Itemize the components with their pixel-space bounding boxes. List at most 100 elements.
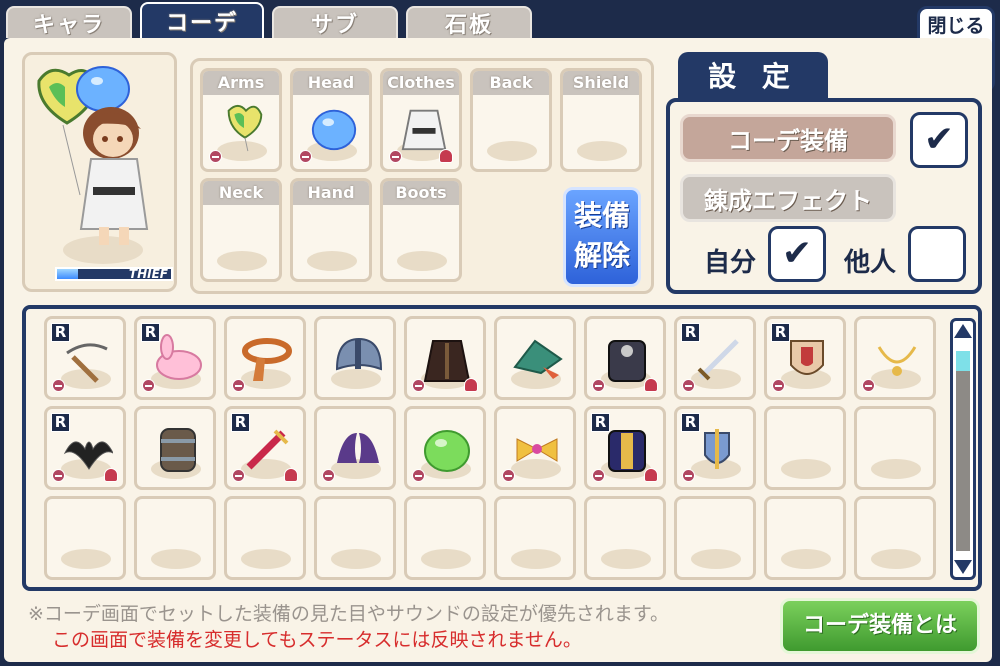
scroll-down-icon[interactable] (954, 560, 972, 574)
remove-icon[interactable] (232, 379, 245, 392)
inventory-slot[interactable] (764, 406, 846, 490)
rare-badge: R (231, 413, 250, 432)
inventory-slot[interactable] (854, 496, 936, 580)
coord-equip-checkbox[interactable]: ✔ (910, 112, 968, 168)
rare-badge: R (681, 323, 700, 342)
lock-icon (284, 468, 298, 482)
character-sprite-icon (37, 66, 149, 264)
remove-icon[interactable] (592, 469, 605, 482)
inventory-slot[interactable] (584, 496, 666, 580)
equip-slot-hand[interactable]: Hand (290, 178, 372, 282)
lock-icon (644, 378, 658, 392)
slot-shadow (217, 251, 267, 271)
rare-badge: R (141, 323, 160, 342)
inventory-slot[interactable] (224, 316, 306, 400)
slot-shadow (331, 549, 381, 569)
help-coord-equip-button[interactable]: コーデ装備とは (780, 598, 980, 654)
others-checkbox[interactable] (908, 226, 966, 282)
slot-shadow (511, 549, 561, 569)
inventory-slot[interactable] (674, 496, 756, 580)
inventory-slot[interactable] (854, 406, 936, 490)
inventory-slot[interactable] (494, 406, 576, 490)
class-gauge-fill (57, 269, 78, 279)
slot-shadow (421, 549, 471, 569)
tab-sub[interactable]: サブ (272, 6, 398, 38)
scroll-thumb[interactable] (956, 351, 970, 371)
balloon-heart-icon (227, 104, 263, 152)
equip-slot-clothes[interactable]: Clothes (380, 68, 462, 172)
remove-icon[interactable] (322, 469, 335, 482)
rare-badge: R (51, 323, 70, 342)
inventory-slot[interactable] (494, 316, 576, 400)
close-label: 閉じる (927, 15, 985, 37)
unequip-button[interactable]: 装備 解除 (563, 187, 641, 287)
warning-note: この画面で装備を変更してもステータスには反映されません。 (52, 629, 582, 651)
inventory-slot[interactable]: R (44, 316, 126, 400)
remove-icon[interactable] (412, 379, 425, 392)
equip-slot-arms[interactable]: Arms (200, 68, 282, 172)
remove-icon[interactable] (389, 150, 402, 163)
dark-coat-icon (423, 340, 471, 382)
tab-coordinate[interactable]: コーデ (140, 2, 264, 38)
remove-icon[interactable] (502, 469, 515, 482)
slot-shadow (487, 141, 537, 161)
remove-icon[interactable] (232, 469, 245, 482)
info-note: ※コーデ画面でセットした装備の見た目やサウンドの設定が優先されます。 (28, 603, 670, 625)
tab-character[interactable]: キャラ (6, 6, 132, 38)
inventory-slot[interactable]: R (674, 406, 756, 490)
self-checkbox[interactable]: ✔ (768, 226, 826, 282)
scroll-bar[interactable] (956, 351, 970, 551)
inventory-slot[interactable] (314, 316, 396, 400)
equip-slot-head[interactable]: Head (290, 68, 372, 172)
inventory-slot[interactable] (134, 406, 216, 490)
remove-icon[interactable] (52, 469, 65, 482)
inventory-slot[interactable] (404, 316, 486, 400)
inventory-slot[interactable]: R (674, 316, 756, 400)
rare-badge: R (51, 413, 70, 432)
remove-icon[interactable] (209, 150, 222, 163)
inventory-slot[interactable] (314, 406, 396, 490)
inventory-slot[interactable] (134, 496, 216, 580)
alchemy-effect-button[interactable]: 錬成エフェクト (680, 174, 896, 222)
inventory-slot[interactable] (494, 496, 576, 580)
remove-icon[interactable] (682, 379, 695, 392)
remove-icon[interactable] (592, 379, 605, 392)
inventory-slot[interactable]: R (764, 316, 846, 400)
equip-slot-shield[interactable]: Shield (560, 68, 642, 172)
inventory-slot[interactable] (404, 496, 486, 580)
equip-slot-back[interactable]: Back (470, 68, 552, 172)
inventory-slot[interactable] (764, 496, 846, 580)
remove-icon[interactable] (52, 379, 65, 392)
equip-slot-label: Clothes (383, 71, 459, 95)
slot-shadow (691, 549, 741, 569)
remove-icon[interactable] (299, 150, 312, 163)
slot-shadow (871, 459, 921, 479)
inventory-slot[interactable] (44, 496, 126, 580)
inventory-slot[interactable]: R (224, 406, 306, 490)
inventory-slot[interactable]: R (584, 406, 666, 490)
tab-stone-tablet[interactable]: 石板 (406, 6, 532, 38)
inventory-slot[interactable] (224, 496, 306, 580)
inventory-slot[interactable]: R (44, 406, 126, 490)
equip-slot-boots[interactable]: Boots (380, 178, 462, 282)
lock-icon (464, 378, 478, 392)
inventory-scrollbar[interactable] (950, 318, 976, 580)
scroll-up-icon[interactable] (954, 324, 972, 338)
blue-slime-hat-icon (311, 109, 357, 151)
equip-slot-neck[interactable]: Neck (200, 178, 282, 282)
inventory-slot[interactable]: R (134, 316, 216, 400)
settings-title: 設 定 (678, 52, 828, 102)
equip-slot-label: Neck (203, 181, 279, 205)
inventory-slot[interactable] (314, 496, 396, 580)
remove-icon[interactable] (682, 469, 695, 482)
remove-icon[interactable] (862, 379, 875, 392)
equip-slot-label: Shield (563, 71, 639, 95)
inventory-slot[interactable] (584, 316, 666, 400)
coord-equip-toggle[interactable]: コーデ装備 (680, 114, 896, 162)
inventory-slot[interactable] (404, 406, 486, 490)
remove-icon[interactable] (412, 469, 425, 482)
remove-icon[interactable] (142, 379, 155, 392)
inventory-slot[interactable] (854, 316, 936, 400)
equip-slot-label: Head (293, 71, 369, 95)
remove-icon[interactable] (772, 379, 785, 392)
